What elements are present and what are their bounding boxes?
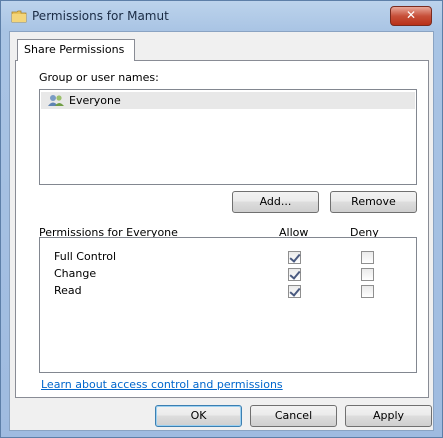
window-title: Permissions for Mamut bbox=[32, 9, 169, 23]
allow-read-checkbox[interactable] bbox=[288, 285, 301, 298]
tab-share-permissions[interactable]: Share Permissions bbox=[17, 39, 135, 61]
permission-change: Change bbox=[54, 267, 97, 280]
title-bar[interactable]: Permissions for Mamut ✕ bbox=[1, 1, 442, 31]
list-item-label: Everyone bbox=[69, 94, 121, 107]
add-button[interactable]: Add... bbox=[232, 191, 319, 213]
remove-button[interactable]: Remove bbox=[330, 191, 417, 213]
close-button[interactable]: ✕ bbox=[390, 6, 432, 26]
apply-button[interactable]: Apply bbox=[345, 405, 432, 427]
permissions-list: Full Control Change Read bbox=[39, 237, 417, 373]
permission-full-control: Full Control bbox=[54, 250, 117, 263]
dialog-window: Permissions for Mamut ✕ Share Permission… bbox=[0, 0, 443, 438]
deny-read-checkbox[interactable] bbox=[361, 285, 374, 298]
list-item[interactable]: Everyone bbox=[41, 92, 415, 109]
deny-change-checkbox[interactable] bbox=[361, 268, 374, 281]
group-user-list[interactable]: Everyone bbox=[39, 89, 417, 185]
ok-button[interactable]: OK bbox=[155, 405, 242, 427]
allow-change-checkbox[interactable] bbox=[288, 268, 301, 281]
cancel-button[interactable]: Cancel bbox=[250, 405, 337, 427]
deny-full-control-checkbox[interactable] bbox=[361, 251, 374, 264]
group-names-label: Group or user names: bbox=[39, 71, 159, 84]
folder-icon bbox=[11, 10, 27, 23]
users-group-icon bbox=[48, 95, 64, 106]
allow-full-control-checkbox[interactable] bbox=[288, 251, 301, 264]
permission-read: Read bbox=[54, 284, 82, 297]
access-control-help-link[interactable]: Learn about access control and permissio… bbox=[41, 378, 283, 391]
